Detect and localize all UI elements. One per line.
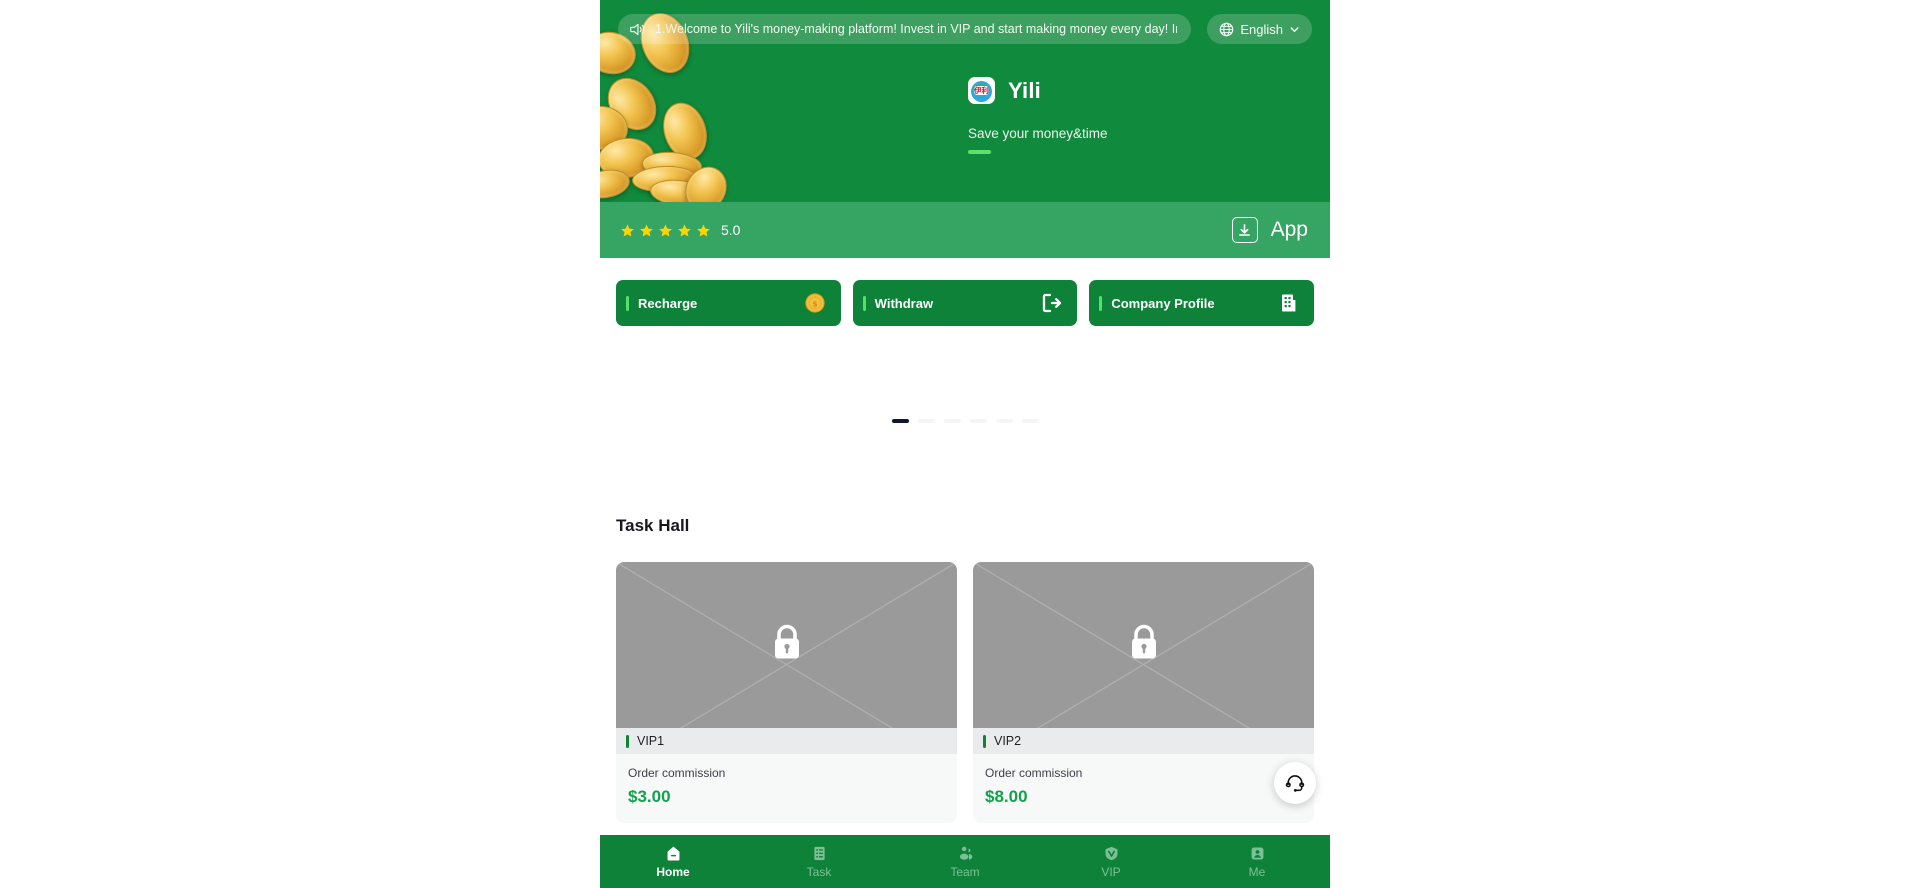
home-icon: [667, 846, 679, 860]
accent-bar: [1099, 295, 1103, 311]
announcement-row: 1.Welcome to Yili's money-making platfor…: [600, 14, 1330, 44]
company-profile-label: Company Profile: [1111, 295, 1215, 311]
carousel-dot[interactable]: [917, 419, 935, 423]
card-level-header: VIP1: [616, 728, 957, 754]
profile-icon: [1251, 847, 1263, 859]
yili-logo-icon: 伊利: [968, 77, 995, 104]
company-profile-button[interactable]: Company Profile: [1089, 280, 1315, 326]
accent-bar: [626, 734, 629, 748]
accent-bar: [862, 295, 866, 311]
carousel-dot[interactable]: [891, 419, 909, 423]
svg-text:伊利: 伊利: [973, 86, 988, 95]
chevron-down-icon: [1290, 26, 1299, 32]
nav-label-vip: VIP: [1101, 864, 1121, 879]
nav-label-task: Task: [806, 864, 832, 879]
app-download-label: App: [1270, 218, 1308, 241]
task-card-grid: VIP1 Order commission $3.00 VIP2 Order c…: [600, 536, 1330, 823]
nav-label-team: Team: [950, 864, 980, 879]
lock-icon: [1131, 624, 1156, 659]
nav-label-me: Me: [1248, 864, 1266, 879]
language-label: English: [1240, 21, 1283, 37]
brand-name: Yili: [1008, 77, 1041, 103]
app-frame: 1.Welcome to Yili's money-making platfor…: [600, 0, 1330, 888]
commission-label: Order commission: [985, 766, 1083, 780]
screen: 1.Welcome to Yili's money-making platfor…: [0, 0, 1920, 888]
carousel-dot[interactable]: [969, 419, 987, 423]
rating-strip: 5.0 App: [600, 202, 1330, 258]
locked-image-icon: [616, 562, 957, 728]
star-icon: [678, 224, 691, 237]
commission-amount: $3.00: [628, 787, 671, 806]
coin-icon: $: [805, 293, 825, 313]
list-icon: [813, 846, 825, 860]
task-card[interactable]: VIP1 Order commission $3.00: [616, 562, 957, 823]
star-icon: [659, 224, 672, 237]
card-level-label: VIP2: [994, 734, 1022, 748]
recharge-button[interactable]: Recharge $: [616, 280, 841, 326]
commission-label: Order commission: [628, 766, 726, 780]
rating-score: 5.0: [721, 222, 741, 238]
nav-item-vip[interactable]: VIP: [1038, 835, 1184, 888]
announcement-text: 1.Welcome to Yili's money-making platfor…: [655, 22, 1178, 36]
lock-icon: [774, 624, 799, 659]
announcement-banner[interactable]: 1.Welcome to Yili's money-making platfor…: [618, 14, 1192, 44]
people-icon: [959, 846, 972, 860]
star-rating: [621, 224, 710, 237]
headset-icon: [1285, 775, 1305, 792]
carousel-dot[interactable]: [943, 419, 961, 423]
brand-underline: [968, 150, 991, 154]
star-icon: [621, 224, 634, 237]
nav-item-task[interactable]: Task: [746, 835, 892, 888]
carousel-dot[interactable]: [995, 419, 1013, 423]
carousel-area: [600, 326, 1330, 516]
app-download-button[interactable]: App: [1231, 217, 1308, 243]
card-level-header: VIP2: [973, 728, 1314, 754]
nav-item-me[interactable]: Me: [1184, 835, 1330, 888]
customer-support-button[interactable]: [1274, 762, 1316, 804]
exit-arrow-icon: [1043, 293, 1062, 313]
nav-item-home[interactable]: Home: [600, 835, 746, 888]
carousel-dot[interactable]: [1021, 419, 1039, 423]
download-icon: [1231, 217, 1258, 243]
star-icon: [697, 224, 710, 237]
language-selector[interactable]: English: [1207, 14, 1312, 44]
card-level-label: VIP1: [637, 734, 665, 748]
carousel-indicators: [891, 419, 1039, 423]
recharge-label: Recharge: [638, 295, 698, 311]
globe-icon: [1220, 22, 1234, 36]
accent-bar: [983, 734, 986, 748]
task-hall-title: Task Hall: [616, 516, 690, 535]
shield-icon: [1105, 846, 1117, 860]
brand-block: 伊利 Yili Save your money&time: [968, 77, 1108, 154]
accent-bar: [626, 295, 629, 311]
nav-label-home: Home: [656, 864, 690, 879]
locked-image-icon: [973, 562, 1314, 728]
building-icon: [1282, 294, 1296, 312]
brand-tagline: Save your money&time: [968, 126, 1108, 141]
nav-item-team[interactable]: Team: [892, 835, 1038, 888]
withdraw-label: Withdraw: [874, 295, 934, 311]
hero-banner: 1.Welcome to Yili's money-making platfor…: [600, 0, 1330, 258]
commission-amount: $8.00: [985, 787, 1028, 806]
quick-actions: Recharge $ Withdraw Company Profile: [600, 258, 1330, 326]
star-icon: [640, 224, 653, 237]
speaker-icon: [630, 23, 645, 35]
svg-text:$: $: [812, 299, 817, 308]
task-card[interactable]: VIP2 Order commission $8.00: [973, 562, 1314, 823]
bottom-navigation: Home Task Team VIP Me: [600, 835, 1330, 888]
withdraw-button[interactable]: Withdraw: [852, 280, 1078, 326]
